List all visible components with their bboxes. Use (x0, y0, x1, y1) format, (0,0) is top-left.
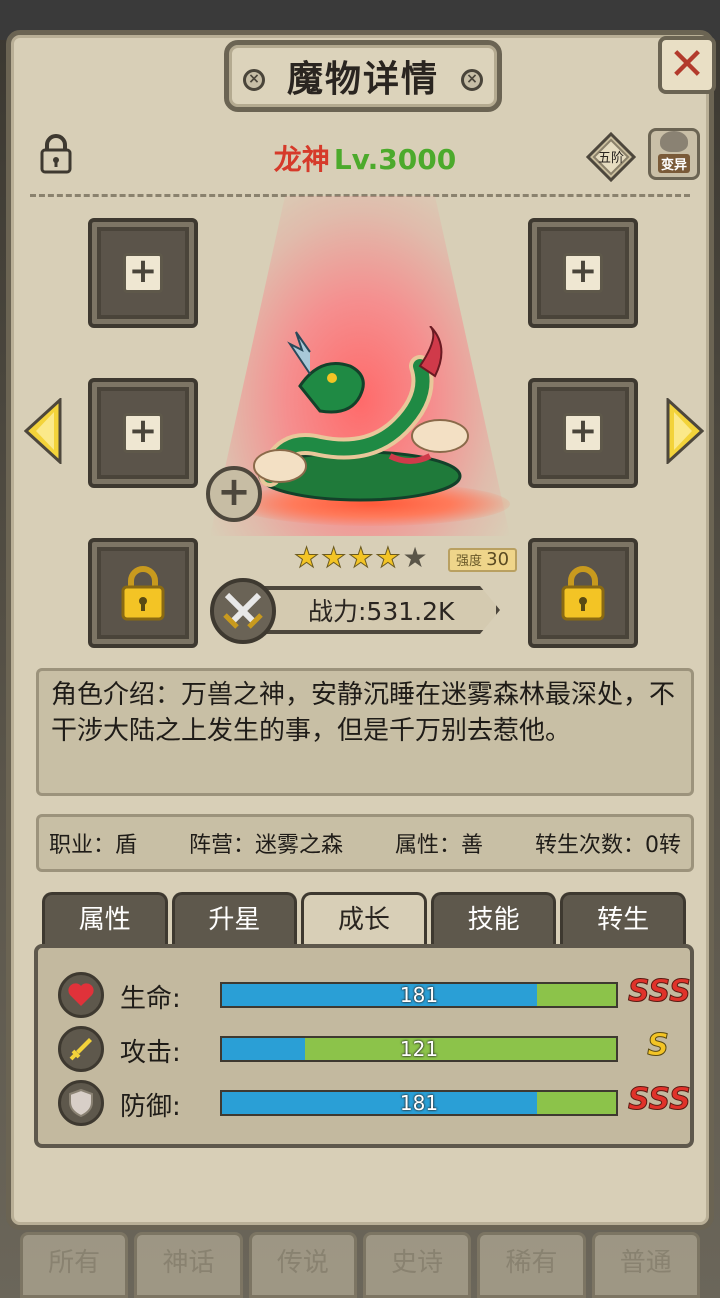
crossed-swords-icon (210, 578, 276, 644)
stat-label: 攻击: (120, 1038, 181, 1068)
tab-growth[interactable]: 成长 (301, 892, 427, 948)
title-plate: × 魔物详情 × (224, 40, 502, 112)
sword-icon (58, 1026, 104, 1072)
growth-stats: 生命: 181 SSS 攻击: 121 S 防御: 181 SSS (34, 944, 694, 1148)
rank-badge-label: 五阶 (598, 151, 624, 166)
background-tab: 所有 (20, 1232, 129, 1298)
padlock-icon (561, 566, 605, 621)
previous-arrow-icon[interactable] (24, 398, 64, 464)
strength-label: 强度 (456, 554, 483, 569)
stat-value: 121 (399, 1037, 439, 1061)
background-tab: 稀有 (477, 1232, 586, 1298)
info-job: 职业：盾 (49, 833, 138, 858)
star-icon: ★ (375, 541, 401, 574)
strength-value: 30 (486, 549, 510, 570)
close-icon: ✕ (668, 39, 706, 90)
plus-icon: + (123, 413, 163, 453)
stat-grade: SSS (628, 974, 692, 1010)
strength-badge: 强度 30 (448, 548, 518, 572)
info-camp: 阵营：迷雾之森 (189, 833, 344, 858)
tab-star-up[interactable]: 升星 (171, 892, 298, 948)
stat-row-defense: 防御: 181 SSS (38, 1078, 692, 1126)
tab-skills[interactable]: 技能 (430, 892, 557, 948)
tab-rebirth[interactable]: 转生 (560, 892, 686, 948)
stat-value: 181 (399, 1091, 439, 1115)
rank-badge[interactable]: 五阶 (585, 131, 637, 183)
stat-bar: 121 (220, 1036, 618, 1062)
plus-icon: + (217, 469, 251, 515)
heart-icon (58, 972, 104, 1018)
equipment-slot-empty[interactable]: + (528, 378, 638, 488)
add-button[interactable]: + (206, 466, 262, 522)
stat-grade: S (647, 1028, 670, 1064)
equipment-slot-locked[interactable] (88, 538, 198, 648)
rank-badge-icon: 五阶 (585, 131, 637, 183)
bolt-icon: × (461, 69, 483, 91)
star-icon: ★ (402, 541, 428, 574)
plus-icon: + (563, 253, 603, 293)
combat-power-bar: 战力:531.2K (250, 586, 500, 634)
stat-label: 防御: (120, 1092, 181, 1122)
background-tab: 普通 (591, 1232, 700, 1298)
monster-level: Lv.3000 (333, 143, 457, 176)
bolt-icon: × (243, 69, 265, 91)
stat-bar: 181 (220, 1090, 618, 1116)
combat-power-text: 战力:531.2K (308, 597, 455, 626)
padlock-icon (121, 566, 165, 621)
monster-header: 龙神 Lv.3000 五阶 变异 (30, 126, 700, 186)
stat-value: 181 (399, 983, 439, 1007)
shield-icon (58, 1080, 104, 1126)
stat-row-attack: 攻击: 121 S (38, 1024, 690, 1072)
info-attribute: 属性：善 (395, 833, 484, 858)
monster-name: 龙神 (273, 143, 330, 176)
star-icon: ★ (348, 541, 374, 574)
plus-icon: + (563, 413, 603, 453)
background-tab: 史诗 (362, 1232, 472, 1298)
background-filter-tabs: 所有 神话 传说 史诗 稀有 普通 (0, 1232, 720, 1298)
star-icon: ★ (321, 541, 347, 574)
monster-info: 职业：盾 阵营：迷雾之森 属性：善 转生次数：0转 (36, 814, 694, 872)
plus-icon: + (123, 253, 163, 293)
background-tab: 神话 (134, 1232, 243, 1298)
stat-grade: SSS (628, 1082, 692, 1118)
star-rating: ★ ★ ★ ★ ★ (293, 541, 428, 574)
equipment-slot-empty[interactable]: + (88, 378, 198, 488)
next-arrow-icon[interactable] (664, 398, 704, 464)
monster-description: 角色介绍：万兽之神，安静沉睡在迷雾森林最深处，不干涉大陆之上发生的事，但是千万别… (36, 668, 694, 796)
skull-icon (660, 131, 688, 152)
close-button[interactable]: ✕ (658, 36, 716, 94)
background-tab: 传说 (248, 1232, 357, 1298)
info-rebirth: 转生次数：0转 (535, 833, 681, 858)
detail-tabs: 属性 升星 成长 技能 转生 (42, 892, 686, 948)
page-title: 魔物详情 (286, 59, 439, 100)
star-icon: ★ (293, 541, 320, 574)
equipment-slot-empty[interactable]: + (88, 218, 198, 328)
dragon-portrait (253, 326, 469, 502)
mutate-label: 变异 (657, 154, 690, 173)
tab-attributes[interactable]: 属性 (42, 892, 168, 948)
stat-row-hp: 生命: 181 SSS (38, 970, 692, 1018)
stat-bar: 181 (220, 982, 618, 1008)
mutate-button[interactable]: 变异 (648, 128, 700, 180)
equipment-slot-empty[interactable]: + (528, 218, 638, 328)
equipment-slot-locked[interactable] (528, 538, 638, 648)
stat-label: 生命: (120, 984, 181, 1014)
